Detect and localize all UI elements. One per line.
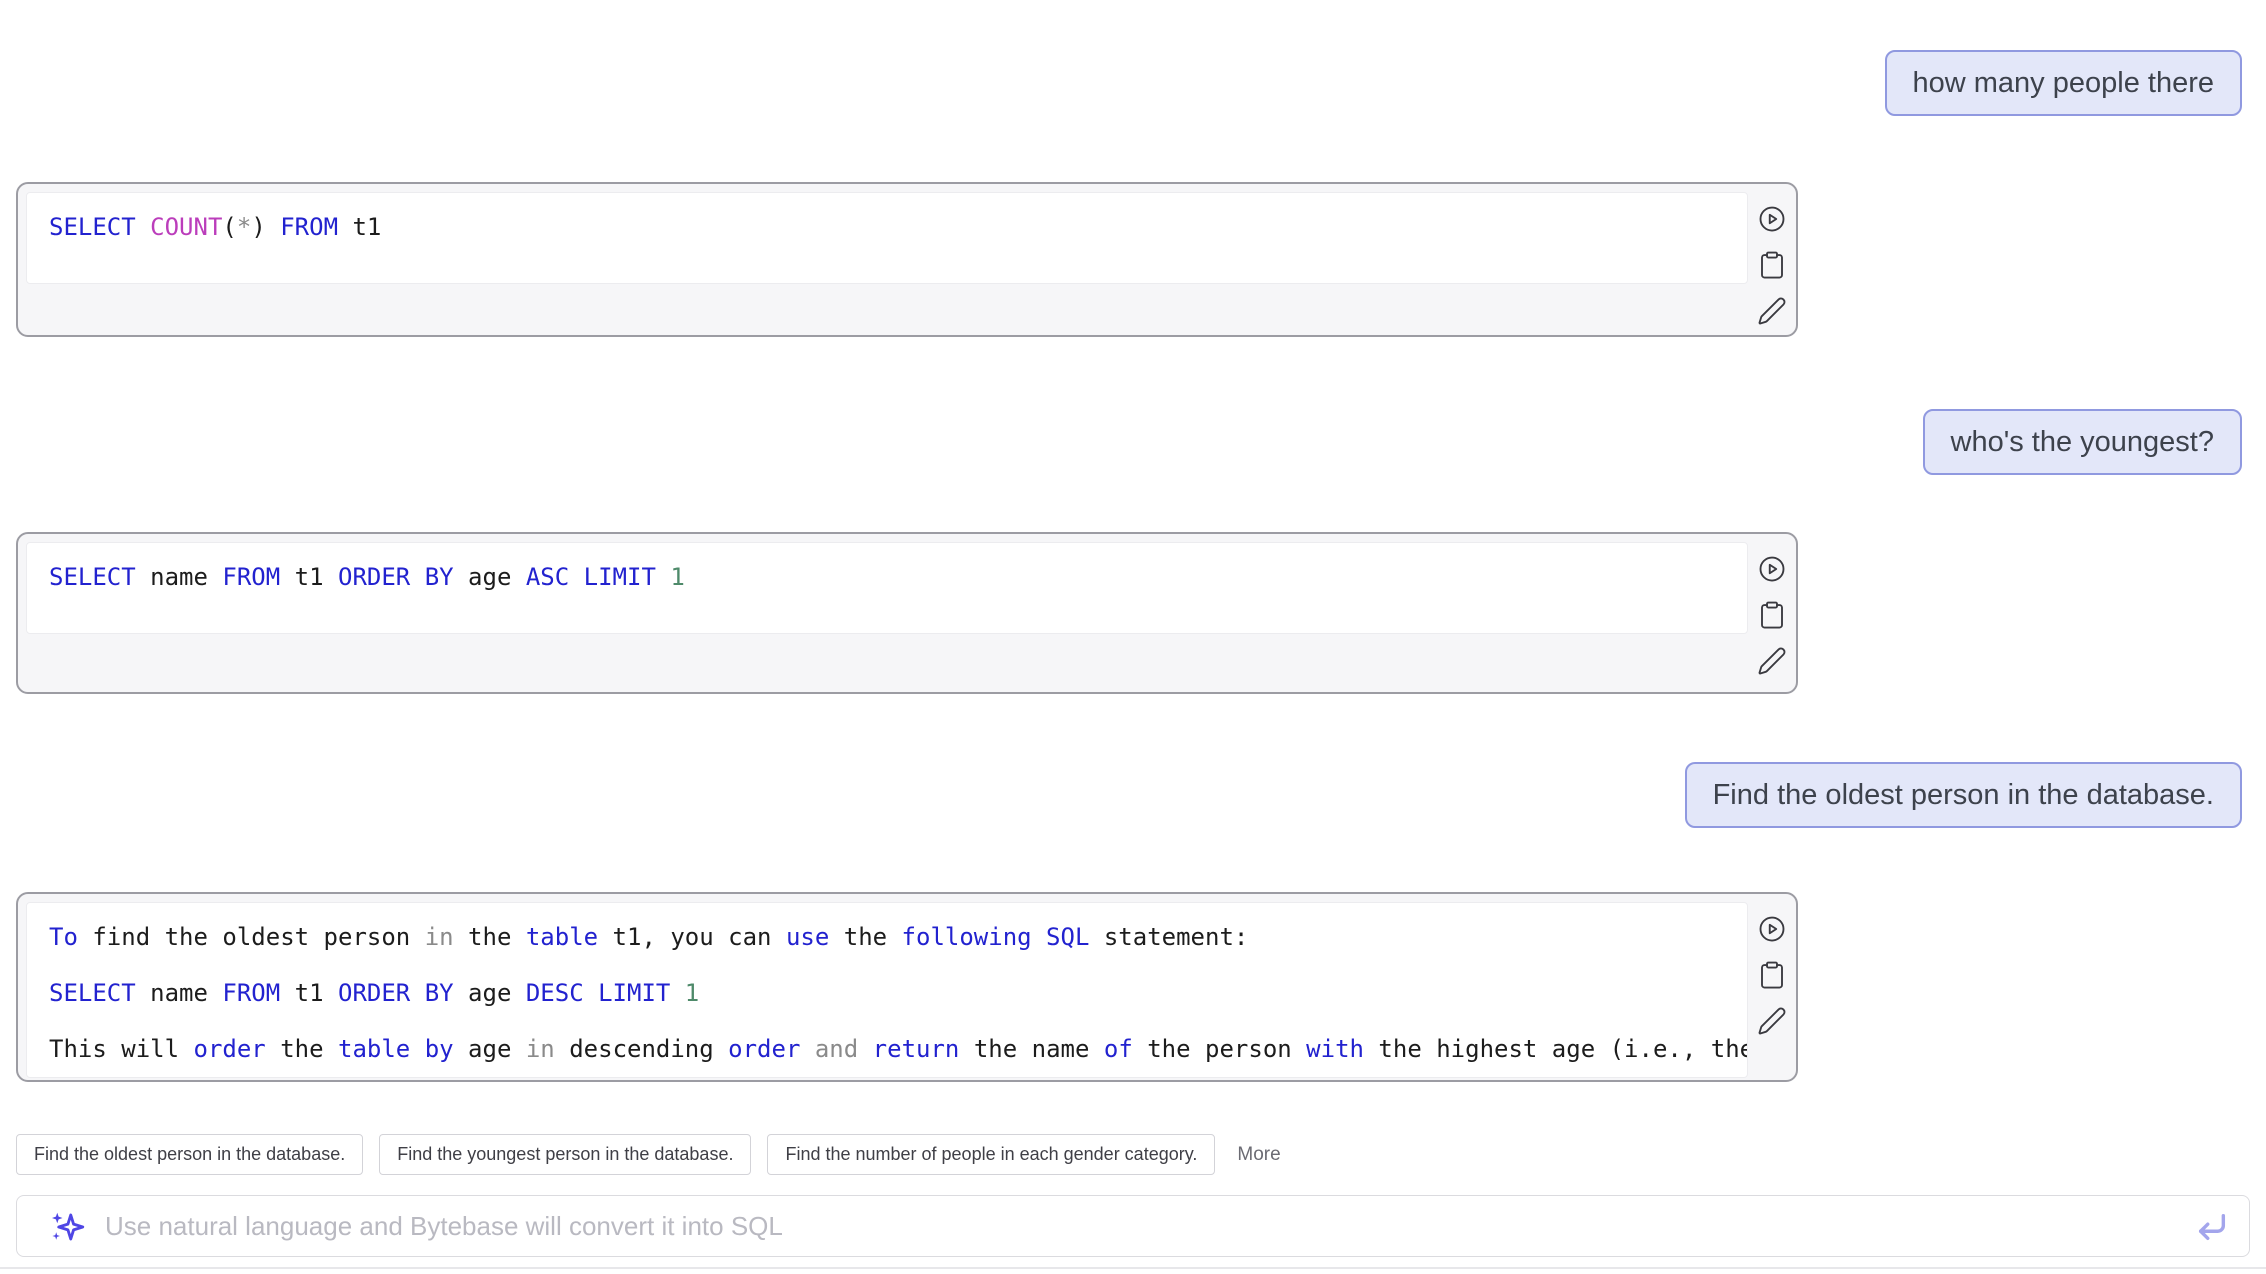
sql-code-line: To find the oldest person in the table t… (27, 909, 1747, 965)
sql-actions (1748, 184, 1796, 326)
clipboard-icon (1757, 960, 1787, 990)
sql-code-line: SELECT COUNT(*) FROM t1 (27, 199, 1747, 255)
sparkles-icon (49, 1209, 85, 1245)
assistant-sql-message: SELECT COUNT(*) FROM t1 (16, 182, 1798, 337)
sql-editor[interactable]: SELECT name FROM t1 ORDER BY age ASC LIM… (26, 542, 1748, 634)
run-sql-button[interactable] (1757, 204, 1787, 234)
clipboard-icon (1757, 250, 1787, 280)
sql-actions (1748, 894, 1796, 1036)
assistant-sql-message: SELECT name FROM t1 ORDER BY age ASC LIM… (16, 532, 1798, 694)
sql-code-line: SELECT name FROM t1 ORDER BY age DESC LI… (27, 965, 1747, 1021)
edit-sql-button[interactable] (1757, 646, 1787, 676)
suggestion-bar: Find the oldest person in the database. … (16, 1134, 2250, 1175)
pencil-icon (1757, 1006, 1787, 1036)
chat-thread: how many people there SELECT COUNT(*) FRO… (0, 50, 2266, 1082)
natural-language-input[interactable] (17, 1196, 2249, 1256)
sql-actions (1748, 534, 1796, 676)
bottom-panel-edge (0, 1267, 2266, 1273)
play-circle-icon (1757, 914, 1787, 944)
suggestion-youngest-person-button[interactable]: Find the youngest person in the database… (379, 1134, 751, 1175)
user-message-row: who's the youngest? (0, 409, 2266, 475)
play-circle-icon (1757, 554, 1787, 584)
more-suggestions-button[interactable]: More (1237, 1144, 1280, 1166)
assistant-sql-message: To find the oldest person in the table t… (16, 892, 1798, 1082)
user-message-row: how many people there (0, 50, 2266, 116)
edit-sql-button[interactable] (1757, 1006, 1787, 1036)
sql-editor[interactable]: To find the oldest person in the table t… (26, 902, 1748, 1078)
sql-code-line: This will order the table by age in desc… (27, 1021, 1747, 1077)
run-sql-button[interactable] (1757, 914, 1787, 944)
pencil-icon (1757, 646, 1787, 676)
user-message: Find the oldest person in the database. (1685, 762, 2242, 828)
user-message-row: Find the oldest person in the database. (0, 762, 2266, 828)
user-message: how many people there (1885, 50, 2242, 116)
sql-code-line: SELECT name FROM t1 ORDER BY age ASC LIM… (27, 549, 1747, 605)
clipboard-icon (1757, 600, 1787, 630)
sql-editor[interactable]: SELECT COUNT(*) FROM t1 (26, 192, 1748, 284)
run-sql-button[interactable] (1757, 554, 1787, 584)
user-message: who's the youngest? (1923, 409, 2243, 475)
composer (16, 1195, 2250, 1257)
pencil-icon (1757, 296, 1787, 326)
suggestion-gender-count-button[interactable]: Find the number of people in each gender… (767, 1134, 1215, 1175)
copy-sql-button[interactable] (1757, 600, 1787, 630)
copy-sql-button[interactable] (1757, 250, 1787, 280)
copy-sql-button[interactable] (1757, 960, 1787, 990)
suggestion-oldest-person-button[interactable]: Find the oldest person in the database. (16, 1134, 363, 1175)
play-circle-icon (1757, 204, 1787, 234)
return-icon[interactable] (2195, 1210, 2229, 1244)
edit-sql-button[interactable] (1757, 296, 1787, 326)
